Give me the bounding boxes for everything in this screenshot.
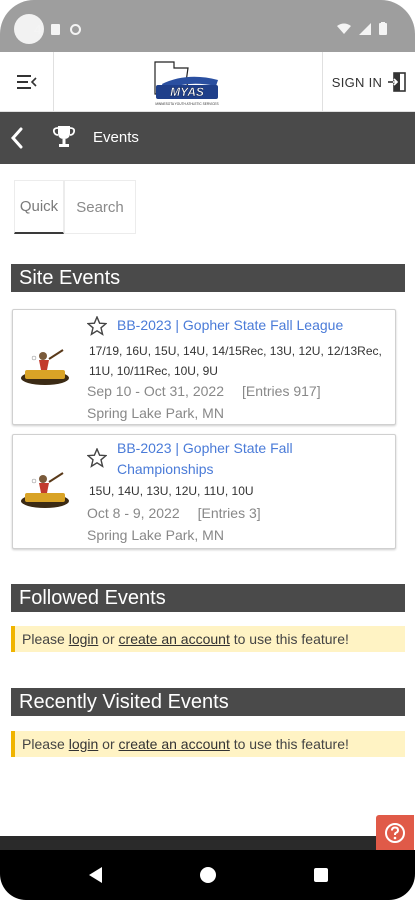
trophy-icon: [52, 124, 76, 150]
login-link[interactable]: login: [69, 736, 99, 752]
signal-icon: [359, 22, 371, 35]
notice-text: Please: [22, 631, 69, 647]
footer-strip: [0, 836, 378, 850]
create-account-link[interactable]: create an account: [119, 736, 230, 752]
main-content: Quick Search Site Events BB-2023 | Gophe…: [0, 164, 415, 836]
battery-icon: [379, 22, 387, 35]
status-bar: 4: [0, 0, 415, 52]
event-logo: [19, 346, 71, 390]
notice-text: to use this feature!: [229, 736, 349, 752]
event-location: Spring Lake Park, MN: [87, 405, 224, 421]
favorite-star-icon[interactable]: [86, 315, 108, 336]
site-events-heading: Site Events: [11, 264, 405, 292]
sync-icon: [70, 24, 82, 35]
title-bar: Events: [0, 112, 415, 164]
event-dates: Sep 10 - Oct 31, 2022: [87, 383, 224, 399]
event-dates: Oct 8 - 9, 2022: [87, 505, 180, 521]
event-location: Spring Lake Park, MN: [87, 527, 224, 543]
system-nav-bar: [0, 850, 415, 900]
back-button[interactable]: [6, 124, 30, 152]
help-button[interactable]: [376, 815, 414, 850]
sign-in-icon: [388, 72, 407, 92]
status-time: 4: [34, 22, 42, 37]
nav-back-icon[interactable]: [89, 867, 103, 883]
menu-button[interactable]: [0, 52, 54, 112]
nav-home-icon[interactable]: [200, 867, 216, 883]
event-entries: [Entries 3]: [197, 505, 261, 521]
sign-in-label: SIGN IN: [331, 74, 383, 90]
notice-text: or: [98, 631, 119, 647]
chevron-left-icon: [10, 127, 23, 149]
status-icons-right: [337, 22, 387, 35]
nav-recents-icon[interactable]: [314, 868, 328, 882]
myas-logo[interactable]: MYAS MINNESOTA YOUTH ATHLETIC SERVICES: [152, 58, 222, 108]
logo-subtext: MINNESOTA YOUTH ATHLETIC SERVICES: [155, 102, 218, 106]
event-dates-row: Sep 10 - Oct 31, 2022 [Entries 917]: [87, 383, 321, 399]
tab-quick[interactable]: Quick: [14, 180, 64, 234]
notice-text: or: [98, 736, 119, 752]
status-icons-left: 4: [34, 22, 82, 37]
followed-login-notice: Please login or create an account to use…: [11, 626, 405, 652]
logo-graphic: MYAS MINNESOTA YOUTH ATHLETIC SERVICES: [154, 61, 219, 106]
app-header: MYAS MINNESOTA YOUTH ATHLETIC SERVICES S…: [0, 52, 415, 112]
favorite-star-icon[interactable]: [86, 447, 108, 468]
notification-icon: [51, 24, 61, 35]
notice-text: to use this feature!: [229, 631, 349, 647]
notice-text: Please: [22, 736, 69, 752]
login-link[interactable]: login: [69, 631, 99, 647]
event-entries: [Entries 917]: [241, 383, 321, 399]
event-divisions: 17/19, 16U, 15U, 14U, 14/15Rec, 13U, 12U…: [89, 344, 382, 378]
event-card[interactable]: BB-2023 | Gopher State Fall Championship…: [12, 434, 396, 549]
event-dates-row: Oct 8 - 9, 2022 [Entries 3]: [87, 505, 261, 521]
recently-visited-heading: Recently Visited Events: [11, 688, 405, 716]
create-account-link[interactable]: create an account: [119, 631, 230, 647]
event-tabs: Quick Search: [14, 180, 136, 234]
event-title-link[interactable]: BB-2023 | Gopher State Fall League: [117, 315, 387, 336]
sign-in-button[interactable]: SIGN IN: [322, 52, 415, 112]
recent-login-notice: Please login or create an account to use…: [11, 731, 405, 757]
event-card[interactable]: BB-2023 | Gopher State Fall League 17/19…: [12, 309, 396, 425]
logo-text: MYAS: [170, 85, 204, 99]
event-logo: [19, 469, 71, 513]
event-divisions: 15U, 14U, 13U, 12U, 11U, 10U: [89, 484, 254, 498]
event-title-link[interactable]: BB-2023 | Gopher State Fall Championship…: [117, 438, 387, 480]
wifi-icon: [337, 23, 351, 34]
menu-icon: [16, 75, 37, 89]
page-title: Events: [93, 129, 139, 146]
help-icon: [385, 822, 405, 843]
tab-search[interactable]: Search: [64, 180, 136, 234]
followed-events-heading: Followed Events: [11, 584, 405, 612]
